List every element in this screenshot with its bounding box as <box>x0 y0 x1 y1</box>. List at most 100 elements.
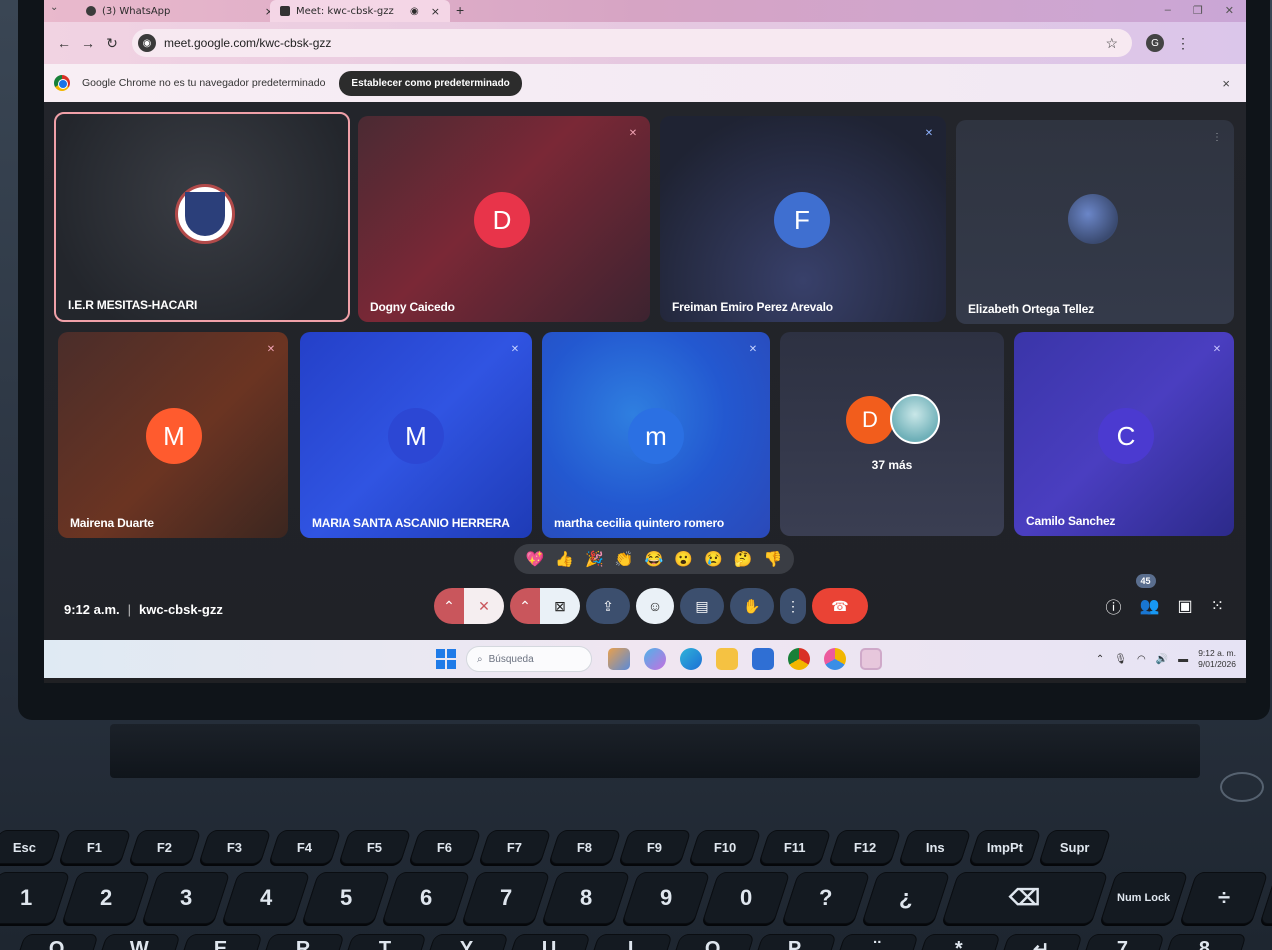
participant-tile[interactable]: ✕ m martha cecilia quintero romero <box>542 332 770 538</box>
mic-off-button[interactable]: ✕ <box>464 588 504 624</box>
meeting-code: kwc-cbsk-gzz <box>139 602 223 617</box>
meeting-details-icon[interactable]: ⓘ <box>1106 594 1122 618</box>
wifi-icon[interactable]: ◠ <box>1137 654 1146 665</box>
widgets-app-icon[interactable] <box>608 648 630 670</box>
edge-app-icon[interactable] <box>680 648 702 670</box>
close-icon[interactable]: × <box>431 5 440 18</box>
taskbar-search[interactable]: ⌕ Búsqueda <box>466 646 592 672</box>
close-icon[interactable]: × <box>1222 76 1230 91</box>
more-options-button[interactable]: ⋮ <box>780 588 806 624</box>
volume-icon[interactable]: 🔊 <box>1156 654 1168 665</box>
search-placeholder: Búsqueda <box>488 653 534 665</box>
infobar-message: Google Chrome no es tu navegador predete… <box>82 77 326 89</box>
restore-icon[interactable]: ❐ <box>1193 4 1203 17</box>
site-info-icon[interactable]: ◉ <box>138 34 156 52</box>
url-text[interactable]: meet.google.com/kwc-cbsk-gzz <box>164 36 331 50</box>
camera-off-button[interactable]: ⊠ <box>540 588 580 624</box>
close-window-icon[interactable]: ✕ <box>1225 4 1234 17</box>
more-participants-tile[interactable]: D 37 más <box>780 332 1004 536</box>
chrome-profile-app-icon[interactable] <box>860 648 882 670</box>
key: 8 <box>541 872 631 924</box>
reaction-laugh[interactable]: 😂 <box>645 550 664 568</box>
activities-icon[interactable]: ⁙ <box>1211 596 1224 616</box>
avatar: C <box>1098 408 1154 464</box>
reaction-heart[interactable]: 💖 <box>526 550 545 568</box>
chrome-app-icon[interactable] <box>788 648 810 670</box>
tab-whatsapp[interactable]: (3) WhatsApp × <box>76 0 284 22</box>
reaction-thinking[interactable]: 🤔 <box>734 550 753 568</box>
captions-button[interactable]: ▤ <box>680 588 724 624</box>
participant-tile[interactable]: ⋮ Elizabeth Ortega Tellez <box>956 120 1234 324</box>
reaction-thumbs-up[interactable]: 👍 <box>555 550 574 568</box>
chat-icon[interactable]: ▣ <box>1177 596 1192 616</box>
set-default-button[interactable]: Establecer como predeterminado <box>339 70 522 96</box>
clock-time: 9:12 a. m. <box>1198 648 1236 658</box>
present-screen-button[interactable]: ⇪ <box>586 588 630 624</box>
chevron-up-icon[interactable]: ⌃ <box>510 588 540 624</box>
forward-icon[interactable]: → <box>76 35 100 51</box>
key: Ins <box>898 830 972 864</box>
file-explorer-icon[interactable] <box>716 648 738 670</box>
store-app-icon[interactable] <box>752 648 774 670</box>
meeting-controls: ⌃ ✕ ⌃ ⊠ ⇪ ☺ ▤ ✋ ⋮ ☎ <box>434 588 868 624</box>
participant-tile[interactable]: ✕ M Mairena Duarte <box>58 332 288 538</box>
reload-icon[interactable]: ↻ <box>100 35 124 52</box>
mic-off-icon: ✕ <box>510 343 520 355</box>
reaction-thumbs-down[interactable]: 👎 <box>764 550 783 568</box>
battery-icon[interactable]: ▬ <box>1178 654 1188 665</box>
reaction-party[interactable]: 🎉 <box>585 550 604 568</box>
taskbar-clock[interactable]: 9:12 a. m. 9/01/2026 <box>1198 648 1236 670</box>
copilot-app-icon[interactable] <box>644 648 666 670</box>
key: F6 <box>408 830 482 864</box>
participant-name: I.E.R MESITAS-HACARI <box>68 298 198 312</box>
key: 3 <box>141 872 231 924</box>
key: F7 <box>478 830 552 864</box>
participant-name: martha cecilia quintero romero <box>554 516 725 530</box>
key: O <box>671 934 755 950</box>
key: F8 <box>548 830 622 864</box>
participant-tile[interactable]: ✕ F Freiman Emiro Perez Arevalo <box>660 116 946 322</box>
reaction-sad[interactable]: 😢 <box>704 550 723 568</box>
emoji-reaction-button[interactable]: ☺ <box>636 588 674 624</box>
mic-off-icon: ✕ <box>628 127 638 139</box>
chevron-up-icon[interactable]: ⌃ <box>1096 654 1104 665</box>
leave-call-button[interactable]: ☎ <box>812 588 868 624</box>
key: 0 <box>701 872 791 924</box>
participants-count-badge: 45 <box>1135 574 1156 588</box>
participant-name: MARIA SANTA ASCANIO HERRERA <box>312 516 510 530</box>
raise-hand-button[interactable]: ✋ <box>730 588 774 624</box>
profile-avatar[interactable]: G <box>1146 34 1164 52</box>
school-crest-avatar <box>175 184 235 244</box>
chevron-up-icon[interactable]: ⌃ <box>434 588 464 624</box>
bookmark-star-icon[interactable]: ☆ <box>1105 35 1118 52</box>
tab-search-icon[interactable]: ⌄ <box>50 2 58 13</box>
windows-start-icon[interactable] <box>436 649 456 669</box>
participant-tile[interactable]: ✕ D Dogny Caicedo <box>358 116 650 322</box>
mic-icon[interactable]: 🎙 <box>1114 654 1127 665</box>
participant-tile[interactable]: ✕ M MARIA SANTA ASCANIO HERRERA <box>300 332 532 538</box>
participant-tile[interactable]: I.E.R MESITAS-HACARI <box>54 112 350 322</box>
meeting-info: 9:12 a.m. | kwc-cbsk-gzz <box>64 602 223 617</box>
address-bar[interactable]: ◉ meet.google.com/kwc-cbsk-gzz ☆ <box>132 29 1132 57</box>
mic-off-icon: ✕ <box>748 343 758 355</box>
minimize-icon[interactable]: – <box>1165 4 1171 17</box>
reaction-clap[interactable]: 👏 <box>615 550 634 568</box>
back-icon[interactable]: ← <box>52 35 76 51</box>
key: F2 <box>128 830 202 864</box>
chrome-canary-app-icon[interactable] <box>824 648 846 670</box>
people-button[interactable]: 45 👥 <box>1135 574 1159 616</box>
new-tab-button[interactable]: + <box>456 2 464 18</box>
letter-key-row: Q W E R T Y U I O P ¨ * ↵ 7 8 <box>15 934 1247 950</box>
taskbar-apps <box>608 648 882 670</box>
participant-tile[interactable]: ✕ C Camilo Sanchez <box>1014 332 1234 536</box>
more-options-icon[interactable]: ⋮ <box>1210 130 1224 144</box>
key: T <box>343 934 427 950</box>
avatar-photo <box>1068 194 1118 244</box>
mic-off-icon: ✕ <box>924 127 934 139</box>
whatsapp-icon <box>86 6 96 16</box>
tab-meet[interactable]: Meet: kwc-cbsk-gzz ◉ × <box>270 0 450 22</box>
reaction-surprised[interactable]: 😮 <box>674 550 693 568</box>
menu-dots-icon[interactable]: ⋮ <box>1176 35 1190 52</box>
avatar: D <box>846 396 894 444</box>
key: 7 <box>1081 934 1165 950</box>
